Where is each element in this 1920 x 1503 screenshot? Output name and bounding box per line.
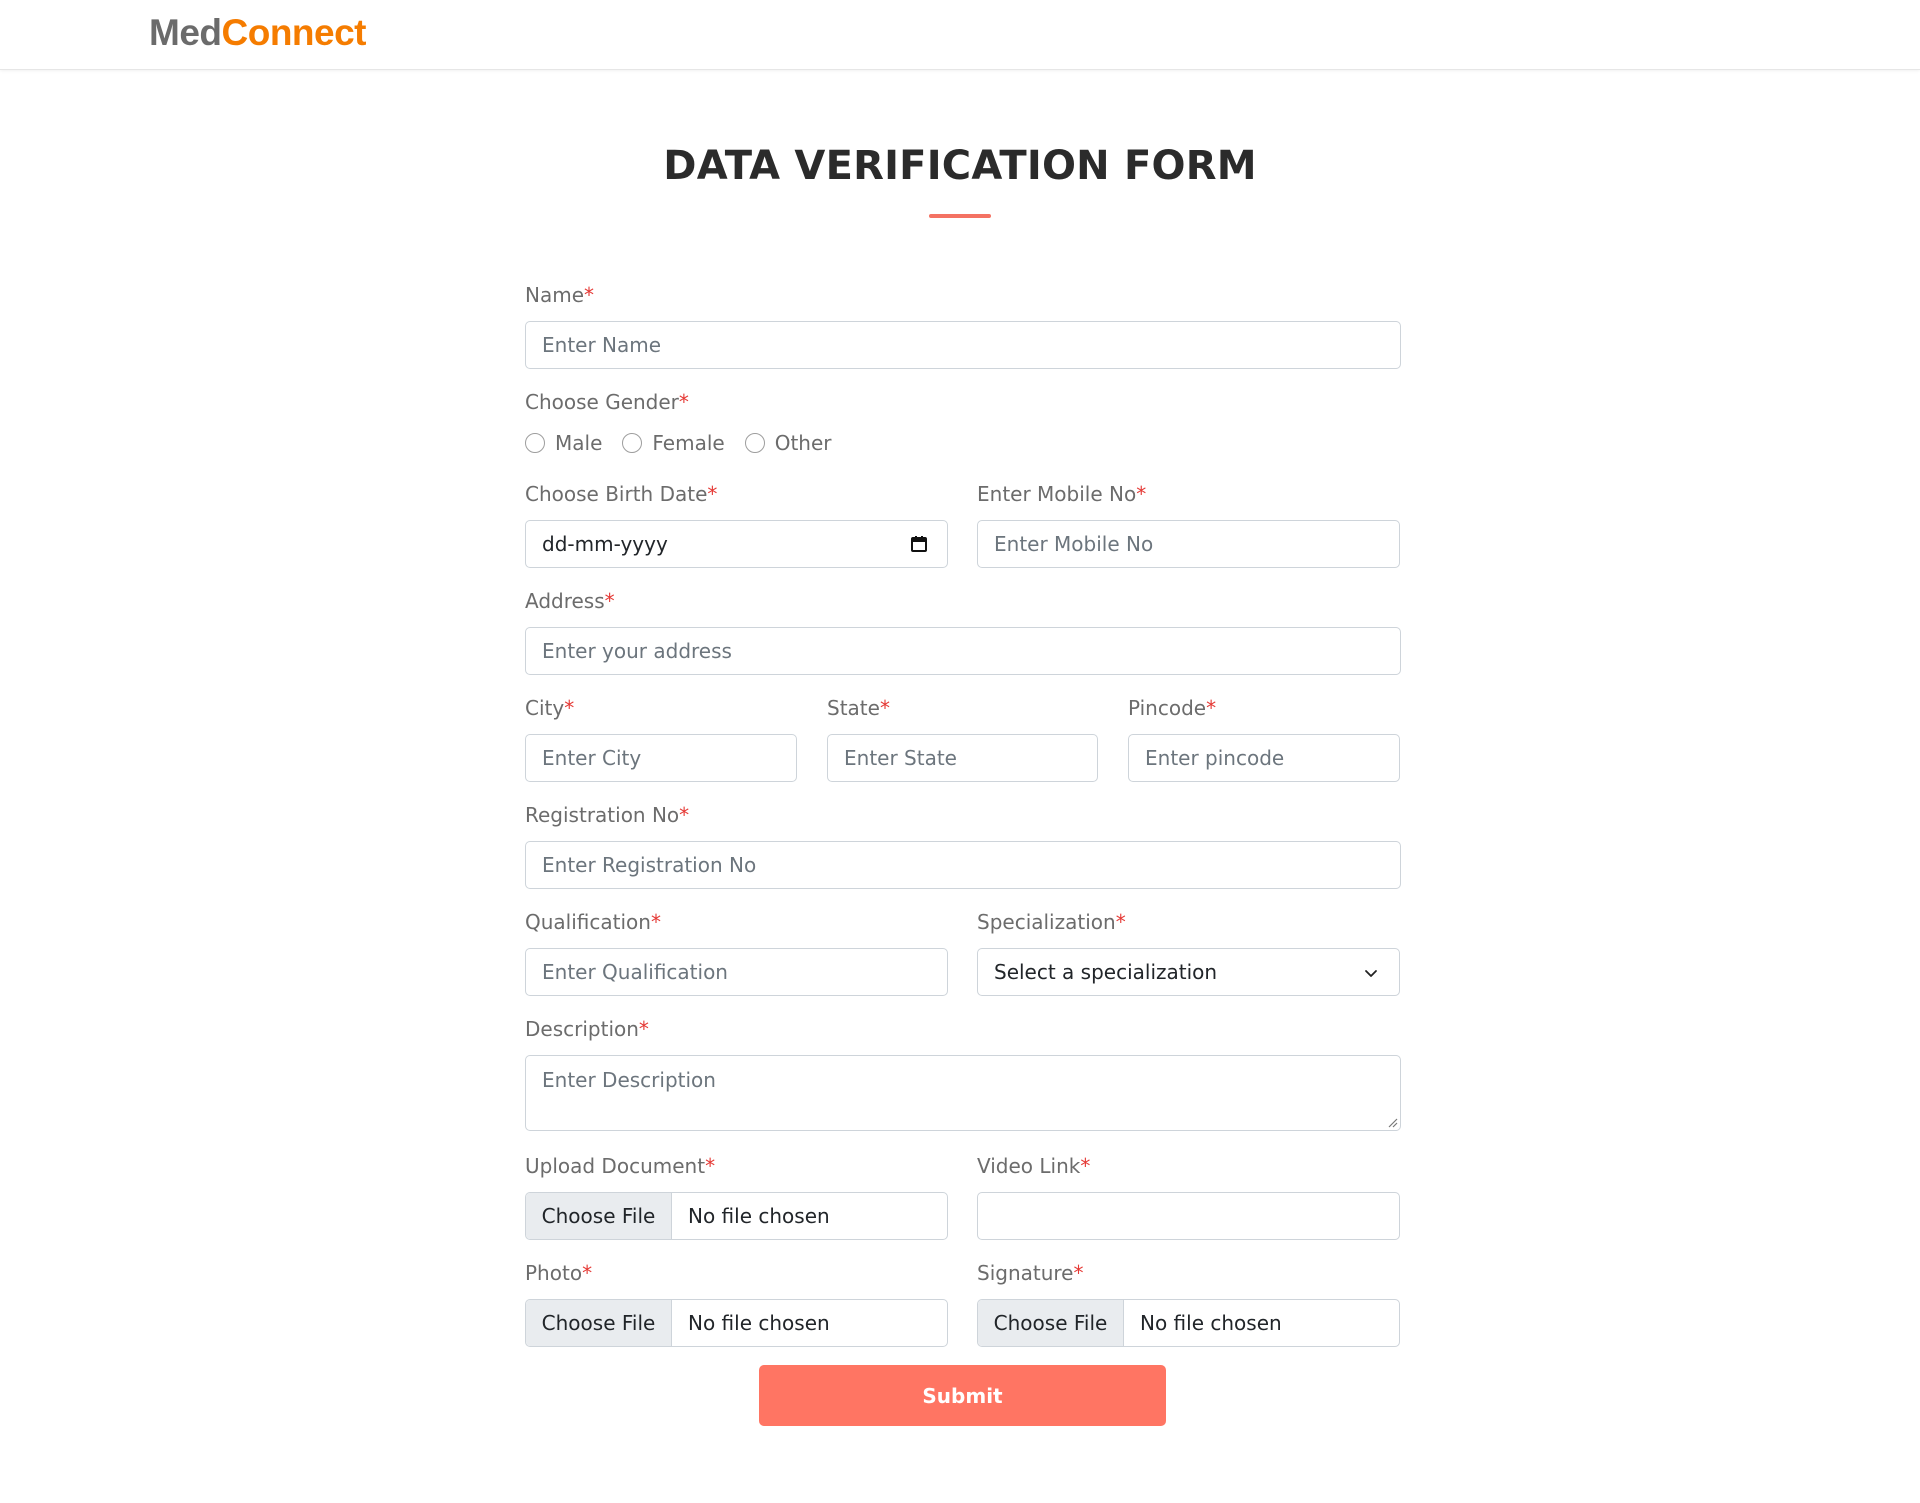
required-mark: * (584, 283, 595, 307)
photo-input[interactable]: Choose File No file chosen (525, 1299, 948, 1347)
upload-document-input[interactable]: Choose File No file chosen (525, 1192, 948, 1240)
title-underline (929, 214, 991, 218)
submit-button[interactable]: Submit (759, 1365, 1166, 1426)
required-mark: * (1115, 910, 1126, 934)
required-mark: * (1136, 482, 1147, 506)
radio-male[interactable] (525, 433, 545, 453)
radio-label: Female (652, 431, 725, 455)
gender-radio-group: Male Female Other (525, 430, 852, 456)
city-placeholder: Enter City (542, 746, 642, 770)
signature-input[interactable]: Choose File No file chosen (977, 1299, 1400, 1347)
mobile-label: Enter Mobile No* (977, 482, 1147, 506)
address-input[interactable]: Enter your address (525, 627, 1401, 675)
photo-label: Photo* (525, 1261, 593, 1285)
city-label: City* (525, 696, 575, 720)
top-navbar: MedConnect (0, 0, 1920, 70)
city-input[interactable]: Enter City (525, 734, 797, 782)
gender-option-other[interactable]: Other (744, 431, 832, 455)
brand-logo[interactable]: MedConnect (149, 12, 366, 54)
video-link-label: Video Link* (977, 1154, 1091, 1178)
required-mark: * (707, 482, 718, 506)
chevron-down-icon (1365, 970, 1377, 977)
name-placeholder: Enter Name (542, 333, 662, 357)
resize-handle-icon[interactable] (1386, 1116, 1398, 1128)
description-textarea[interactable]: Enter Description (525, 1055, 1401, 1131)
required-mark: * (650, 910, 661, 934)
page-title: DATA VERIFICATION FORM (663, 143, 1257, 189)
mobile-input[interactable]: Enter Mobile No (977, 520, 1400, 568)
photo-choose-button[interactable]: Choose File (526, 1300, 672, 1346)
registration-label: Registration No* (525, 803, 690, 827)
upload-document-choose-button[interactable]: Choose File (526, 1193, 672, 1239)
description-placeholder: Enter Description (542, 1068, 716, 1092)
pincode-label: Pincode* (1128, 696, 1217, 720)
required-mark: * (678, 390, 689, 414)
registration-placeholder: Enter Registration No (542, 853, 757, 877)
signature-label: Signature* (977, 1261, 1084, 1285)
qualification-input[interactable]: Enter Qualification (525, 948, 948, 996)
pincode-input[interactable]: Enter pincode (1128, 734, 1400, 782)
name-input[interactable]: Enter Name (525, 321, 1401, 369)
specialization-selected: Select a specialization (994, 960, 1218, 984)
required-mark: * (679, 803, 690, 827)
birth-date-input[interactable]: dd-mm-yyyy (525, 520, 948, 568)
description-label: Description* (525, 1017, 649, 1041)
registration-input[interactable]: Enter Registration No (525, 841, 1401, 889)
radio-female[interactable] (622, 433, 643, 453)
required-mark: * (1073, 1261, 1084, 1285)
birth-date-value: dd-mm-yyyy (542, 532, 668, 556)
qualification-label: Qualification* (525, 910, 661, 934)
upload-document-label: Upload Document* (525, 1154, 716, 1178)
mobile-placeholder: Enter Mobile No (994, 532, 1154, 556)
gender-option-male[interactable]: Male (525, 431, 602, 455)
radio-label: Male (555, 431, 603, 455)
state-input[interactable]: Enter State (827, 734, 1098, 782)
required-mark: * (582, 1261, 593, 1285)
required-mark: * (1080, 1154, 1091, 1178)
brand-logo-part1: Med (149, 12, 222, 53)
required-mark: * (879, 696, 890, 720)
upload-document-status: No file chosen (688, 1204, 830, 1228)
specialization-select[interactable]: Select a specialization (977, 948, 1400, 996)
specialization-label: Specialization* (977, 910, 1126, 934)
signature-choose-button[interactable]: Choose File (978, 1300, 1124, 1346)
name-label: Name* (525, 283, 595, 307)
radio-other[interactable] (744, 433, 765, 453)
required-mark: * (1206, 696, 1217, 720)
required-mark: * (564, 696, 575, 720)
photo-status: No file chosen (688, 1311, 830, 1335)
video-link-input[interactable] (977, 1192, 1400, 1240)
required-mark: * (604, 589, 615, 613)
brand-logo-part2: Connect (221, 12, 367, 53)
state-placeholder: Enter State (844, 746, 957, 770)
qualification-placeholder: Enter Qualification (542, 960, 728, 984)
gender-label: Choose Gender* (525, 390, 689, 414)
signature-status: No file chosen (1140, 1311, 1282, 1335)
radio-label: Other (774, 431, 832, 455)
gender-option-female[interactable]: Female (622, 431, 725, 455)
required-mark: * (705, 1154, 716, 1178)
required-mark: * (638, 1017, 649, 1041)
calendar-icon[interactable] (909, 534, 929, 554)
address-label: Address* (525, 589, 615, 613)
address-placeholder: Enter your address (542, 639, 732, 663)
pincode-placeholder: Enter pincode (1145, 746, 1285, 770)
state-label: State* (827, 696, 890, 720)
birth-date-label: Choose Birth Date* (525, 482, 718, 506)
